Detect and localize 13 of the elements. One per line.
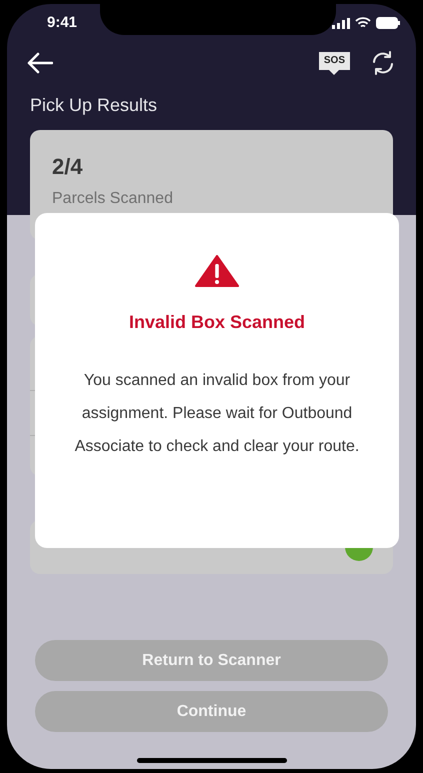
dialog-message: You scanned an invalid box from your assignment. Please wait for Outbound Associate to check and clear your route. <box>74 371 360 457</box>
wifi-icon <box>355 17 371 29</box>
speech-tail-icon <box>329 70 340 74</box>
parcel-label: Parcels Scanned <box>52 189 174 209</box>
refresh-icon[interactable] <box>370 50 396 76</box>
dialog-title: Invalid Box Scanned <box>128 311 306 334</box>
back-arrow-icon[interactable] <box>27 52 53 74</box>
battery-icon <box>376 17 400 29</box>
warning-icon <box>195 255 239 287</box>
parcel-count: 2/4 <box>52 153 84 181</box>
page-title: Pick Up Results <box>29 94 158 117</box>
signal-icon <box>332 18 350 28</box>
status-time: 9:41 <box>47 12 78 33</box>
